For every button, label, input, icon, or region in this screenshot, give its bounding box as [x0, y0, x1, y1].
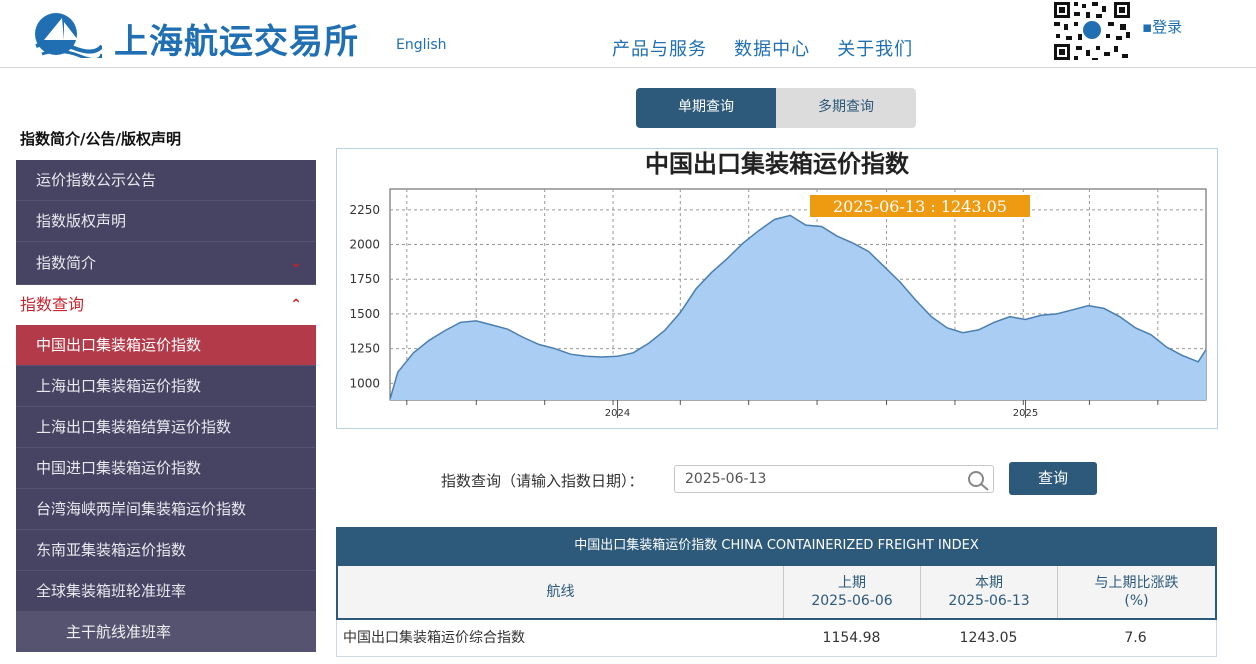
sidebar-subitem-main-routes[interactable]: 主干航线准班率 [16, 612, 316, 652]
sidebar-heading[interactable]: 指数简介/公告/版权声明 [16, 118, 316, 160]
sidebar-section-query[interactable]: 指数查询 ⌃ [16, 285, 316, 325]
sidebar: 指数简介/公告/版权声明 运价指数公示公告 指数版权声明 指数简介 ⌄ 指数查询… [16, 118, 316, 652]
y-tick-label: 2000 [349, 238, 380, 252]
sidebar-item-cicfi[interactable]: 中国进口集装箱运价指数 [16, 448, 316, 489]
x-tick-label: 2025 [1013, 408, 1038, 419]
table-row: 中国出口集装箱运价综合指数 1154.98 1243.05 7.6 [336, 620, 1217, 657]
chevron-up-icon[interactable]: ⌃ [290, 285, 302, 325]
col-curr-date: 2025-06-13 [948, 593, 1030, 609]
table-title: 中国出口集装箱运价指数 CHINA CONTAINERIZED FREIGHT … [336, 527, 1217, 564]
tab-single-period[interactable]: 单期查询 [636, 88, 776, 128]
search-icon[interactable] [966, 469, 990, 491]
nav-products[interactable]: 产品与服务 [612, 39, 707, 60]
y-tick-label: 2250 [349, 203, 380, 217]
query-label: 指数查询（请输入指数日期）： [441, 472, 644, 490]
sidebar-item-intro[interactable]: 指数简介 ⌄ [16, 242, 316, 285]
col-prev-date: 2025-06-06 [811, 593, 893, 609]
y-tick-label: 1500 [349, 307, 380, 321]
sidebar-item-seafi[interactable]: 东南亚集装箱运价指数 [16, 530, 316, 571]
row-prev: 1154.98 [822, 630, 881, 646]
table-header-row: 航线 上期 2025-06-06 本期 2025-06-13 与上期比涨跌 (%… [336, 564, 1217, 620]
col-change-label: 与上期比涨跌 [1094, 575, 1179, 591]
col-change: 与上期比涨跌 (%) [1058, 566, 1215, 618]
row-change: 7.6 [1124, 630, 1147, 646]
col-prev: 上期 2025-06-06 [784, 566, 921, 618]
english-link[interactable]: English [396, 37, 447, 53]
nav-data-center[interactable]: 数据中心 [734, 39, 810, 60]
y-tick-label: 1750 [349, 272, 380, 286]
qr-code-icon [1052, 0, 1132, 62]
sidebar-item-label: 指数简介 [36, 254, 97, 272]
sidebar-item-tcfi[interactable]: 台湾海峡两岸间集装箱运价指数 [16, 489, 316, 530]
y-tick-label: 1250 [349, 342, 380, 356]
y-tick-label: 1000 [349, 376, 380, 390]
query-tabs: 单期查询 多期查询 [636, 88, 916, 128]
col-curr: 本期 2025-06-13 [921, 566, 1058, 618]
site-name[interactable]: 上海航运交易所 [114, 14, 359, 63]
sidebar-item-ccfi[interactable]: 中国出口集装箱运价指数 [16, 325, 316, 366]
col-curr-label: 本期 [975, 575, 1003, 591]
tooltip-label: 2025-06-13 : 1243.05 [833, 197, 1007, 216]
row-route: 中国出口集装箱运价综合指数 [343, 630, 525, 646]
chart-svg: 1000 1250 1500 1750 2000 2250 2024 2025 2025-06-… [349, 188, 1207, 419]
row-curr: 1243.05 [959, 630, 1018, 646]
query-button[interactable]: 查询 [1009, 462, 1097, 495]
date-input[interactable] [674, 465, 994, 493]
sidebar-item-announcement[interactable]: 运价指数公示公告 [16, 160, 316, 201]
col-route: 航线 [338, 566, 784, 618]
main-nav: 产品与服务 数据中心 关于我们 [612, 35, 935, 61]
sidebar-item-gcsp[interactable]: 全球集装箱班轮准班率 [16, 571, 316, 612]
index-table: 中国出口集装箱运价指数 CHINA CONTAINERIZED FREIGHT … [336, 527, 1217, 657]
index-chart: 中国出口集装箱运价指数 1000 1250 1500 1750 2000 2250 2024… [336, 148, 1218, 429]
x-tick-label: 2024 [605, 408, 630, 419]
col-change-unit: (%) [1124, 593, 1149, 609]
col-prev-label: 上期 [838, 575, 866, 591]
sidebar-item-scfis[interactable]: 上海出口集装箱结算运价指数 [16, 407, 316, 448]
site-header: 上海航运交易所 English 产品与服务 数据中心 关于我们 ▪登录 [0, 0, 1256, 68]
sidebar-item-copyright[interactable]: 指数版权声明 [16, 201, 316, 242]
sidebar-section-label: 指数查询 [20, 295, 85, 314]
nav-about[interactable]: 关于我们 [837, 39, 913, 60]
login-link[interactable]: ▪登录 [1142, 16, 1182, 37]
sidebar-item-scfi[interactable]: 上海出口集装箱运价指数 [16, 366, 316, 407]
chevron-down-icon[interactable]: ⌄ [290, 242, 302, 284]
sse-logo-icon[interactable] [34, 10, 102, 58]
tab-multi-period[interactable]: 多期查询 [776, 88, 916, 128]
